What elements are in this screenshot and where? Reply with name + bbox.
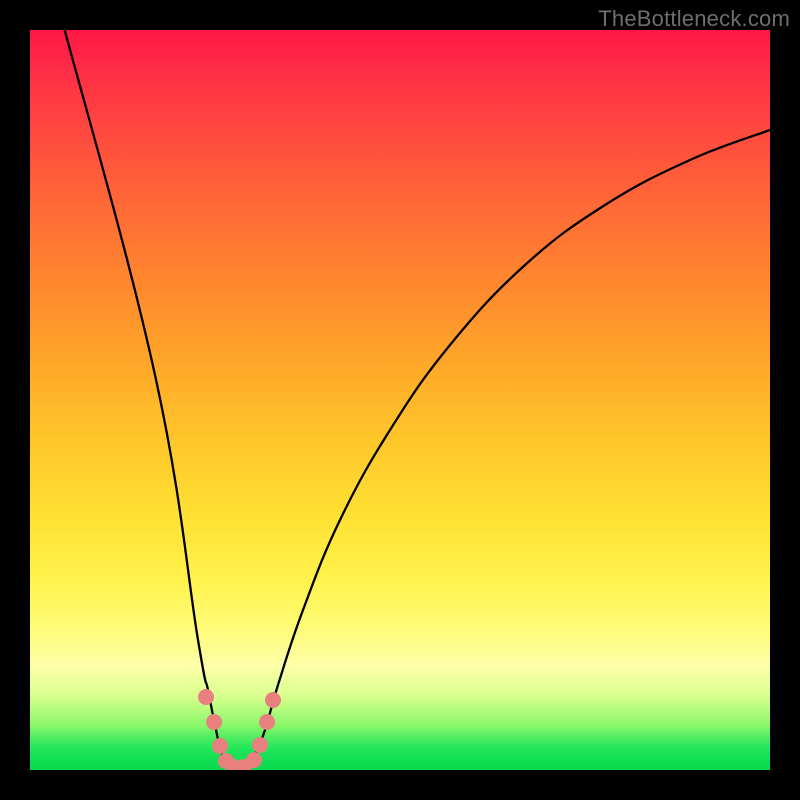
plot-area: [30, 30, 770, 770]
curve-layer: [30, 30, 770, 770]
curve-marker: [259, 714, 275, 730]
curve-marker: [206, 714, 222, 730]
bottleneck-curve: [62, 30, 770, 767]
watermark-text: TheBottleneck.com: [598, 6, 790, 32]
marker-group: [198, 689, 281, 770]
chart-frame: TheBottleneck.com: [0, 0, 800, 800]
curve-marker: [212, 738, 228, 754]
curve-marker: [198, 689, 214, 705]
curve-marker: [246, 752, 262, 768]
curve-marker: [265, 692, 281, 708]
curve-marker: [252, 737, 268, 753]
